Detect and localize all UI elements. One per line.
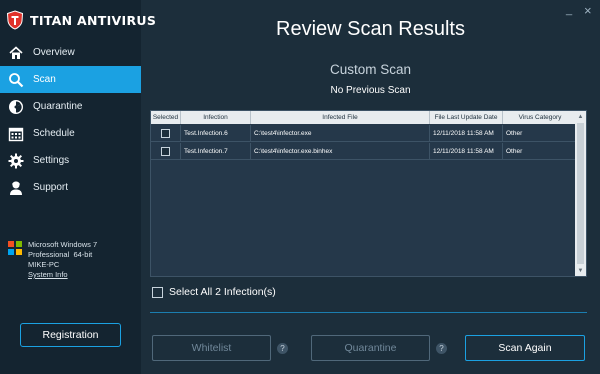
system-info-link[interactable]: System Info <box>28 270 68 279</box>
quarantine-help-icon[interactable]: ? <box>436 343 447 354</box>
os-edition: Professional 64-bit <box>28 250 93 259</box>
infection-name: Test.Infection.6 <box>181 125 251 142</box>
previous-scan-label: No Previous Scan <box>330 85 411 96</box>
scrollbar-thumb[interactable] <box>577 123 584 264</box>
scan-type-label: Custom Scan <box>329 62 412 77</box>
vertical-scrollbar[interactable]: ▲ ▼ <box>575 111 586 276</box>
search-icon <box>8 72 24 88</box>
sidebar-item-label: Scan <box>33 74 56 85</box>
virus-category: Other <box>503 125 577 142</box>
scroll-up-arrow-icon[interactable]: ▲ <box>575 111 586 122</box>
system-info: Microsoft Windows 7 Professional 64-bit … <box>8 240 97 280</box>
calendar-icon <box>8 126 24 142</box>
table-row[interactable]: Test.Infection.7 C:\test4\infector.exe.b… <box>151 143 577 160</box>
os-name: Microsoft Windows 7 <box>28 240 98 249</box>
table-header: Selected Infection Infected File File La… <box>151 111 577 124</box>
column-header-category[interactable]: Virus Category <box>503 111 577 124</box>
sidebar-item-schedule[interactable]: Schedule <box>0 120 141 147</box>
gear-icon <box>8 153 24 169</box>
infected-file-path: C:\test4\infector.exe.binhex <box>251 143 430 160</box>
column-header-selected[interactable]: Selected <box>151 111 181 124</box>
row-select-cell <box>151 125 181 142</box>
sidebar-item-scan[interactable]: Scan <box>0 66 141 93</box>
file-date: 12/11/2018 11:58 AM <box>430 143 503 160</box>
scan-again-button[interactable]: Scan Again <box>465 335 585 361</box>
row-checkbox[interactable] <box>161 147 170 156</box>
close-button[interactable]: × <box>584 3 592 18</box>
sidebar-nav: Overview Scan Quarantine Schedule Settin… <box>0 39 141 201</box>
infected-file-path: C:\test4\infector.exe <box>251 125 430 142</box>
whitelist-help-icon[interactable]: ? <box>277 343 288 354</box>
sidebar-item-support[interactable]: Support <box>0 174 141 201</box>
select-all-checkbox[interactable]: Select All 2 Infection(s) <box>152 286 276 298</box>
sidebar-item-label: Support <box>33 182 69 193</box>
scroll-down-arrow-icon[interactable]: ▼ <box>575 265 586 276</box>
select-all-label: Select All 2 Infection(s) <box>169 286 276 298</box>
whitelist-button[interactable]: Whitelist <box>152 335 271 361</box>
table-row[interactable]: Test.Infection.6 C:\test4\infector.exe 1… <box>151 125 577 142</box>
sidebar-item-settings[interactable]: Settings <box>0 147 141 174</box>
sidebar-item-label: Settings <box>33 155 70 166</box>
page-title: Review Scan Results <box>276 18 465 40</box>
row-select-cell <box>151 143 181 160</box>
app-name: TITAN ANTIVIRUS <box>30 12 157 28</box>
virus-category: Other <box>503 143 577 160</box>
windows-logo-icon <box>8 241 22 255</box>
app-logo: TITAN ANTIVIRUS <box>6 8 156 32</box>
file-date: 12/11/2018 11:58 AM <box>430 125 503 142</box>
sidebar-item-overview[interactable]: Overview <box>0 39 141 66</box>
sidebar-item-label: Quarantine <box>33 101 83 112</box>
sidebar-item-quarantine[interactable]: Quarantine <box>0 93 141 120</box>
minimize-button[interactable]: _ <box>566 4 572 16</box>
home-icon <box>8 45 24 61</box>
column-header-date[interactable]: File Last Update Date <box>430 111 503 124</box>
infection-name: Test.Infection.7 <box>181 143 251 160</box>
registration-button[interactable]: Registration <box>20 323 121 347</box>
row-checkbox[interactable] <box>161 129 170 138</box>
results-table: Selected Infection Infected File File La… <box>150 110 587 277</box>
column-header-infection[interactable]: Infection <box>181 111 251 124</box>
column-header-infected-file[interactable]: Infected File <box>251 111 430 124</box>
divider <box>150 312 587 313</box>
sidebar: TITAN ANTIVIRUS Overview Scan Quarantine… <box>0 0 156 374</box>
shield-logo-icon <box>6 10 24 30</box>
radiation-icon <box>8 99 24 115</box>
sidebar-item-label: Schedule <box>33 128 75 139</box>
select-all-box[interactable] <box>152 286 163 298</box>
quarantine-button[interactable]: Quarantine <box>311 335 430 361</box>
machine-name: MIKE-PC <box>28 260 60 269</box>
support-person-icon <box>8 180 24 196</box>
sidebar-item-label: Overview <box>33 47 75 58</box>
